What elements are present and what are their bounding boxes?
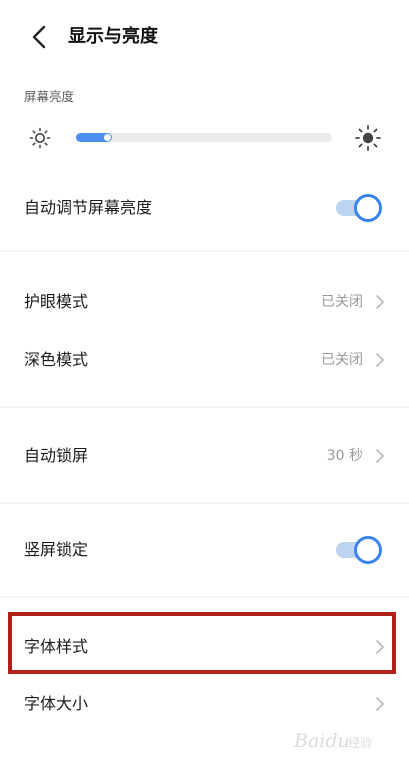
toggle-knob <box>354 194 382 222</box>
page-title: 显示与亮度 <box>68 26 158 47</box>
brightness-high-icon <box>355 125 381 151</box>
portrait-lock-toggle[interactable] <box>336 536 382 564</box>
eye-protection-row[interactable]: 护眼模式 已关闭 <box>0 274 409 330</box>
app-header: 显示与亮度 <box>0 0 409 76</box>
section-divider <box>0 250 409 252</box>
back-arrow-icon[interactable] <box>28 24 52 50</box>
portrait-lock-row[interactable]: 竖屏锁定 <box>0 522 409 578</box>
chevron-right-icon <box>376 449 384 463</box>
dark-mode-row[interactable]: 深色模式 已关闭 <box>0 332 409 388</box>
auto-brightness-toggle[interactable] <box>336 194 382 222</box>
section-divider <box>0 502 409 504</box>
font-size-row[interactable]: 字体大小 <box>0 676 409 732</box>
auto-lock-label: 自动锁屏 <box>24 446 89 465</box>
chevron-right-icon <box>376 353 384 367</box>
watermark-sub: 经验 <box>348 736 373 750</box>
font-size-label: 字体大小 <box>24 694 89 713</box>
brightness-slider[interactable] <box>76 133 332 142</box>
watermark-text: Baidu <box>294 730 350 752</box>
eye-protection-value: 已关闭 <box>321 294 363 310</box>
chevron-right-icon <box>376 697 384 711</box>
dark-mode-label: 深色模式 <box>24 350 89 369</box>
eye-protection-label: 护眼模式 <box>24 292 89 311</box>
section-divider <box>0 596 409 598</box>
baidu-watermark: Baidu 经验 <box>290 726 400 766</box>
auto-lock-row[interactable]: 自动锁屏 30 秒 <box>0 428 409 484</box>
toggle-knob <box>354 536 382 564</box>
highlight-box <box>8 612 396 674</box>
section-divider <box>0 406 409 408</box>
brightness-slider-thumb[interactable] <box>104 134 111 141</box>
auto-brightness-label: 自动调节屏幕亮度 <box>24 198 153 217</box>
auto-brightness-row[interactable]: 自动调节屏幕亮度 <box>0 180 409 236</box>
portrait-lock-label: 竖屏锁定 <box>24 540 89 559</box>
chevron-right-icon <box>376 295 384 309</box>
dark-mode-value: 已关闭 <box>321 352 363 368</box>
auto-lock-value: 30 秒 <box>326 448 363 464</box>
brightness-low-icon <box>29 127 51 149</box>
brightness-section-label: 屏幕亮度 <box>24 89 75 104</box>
